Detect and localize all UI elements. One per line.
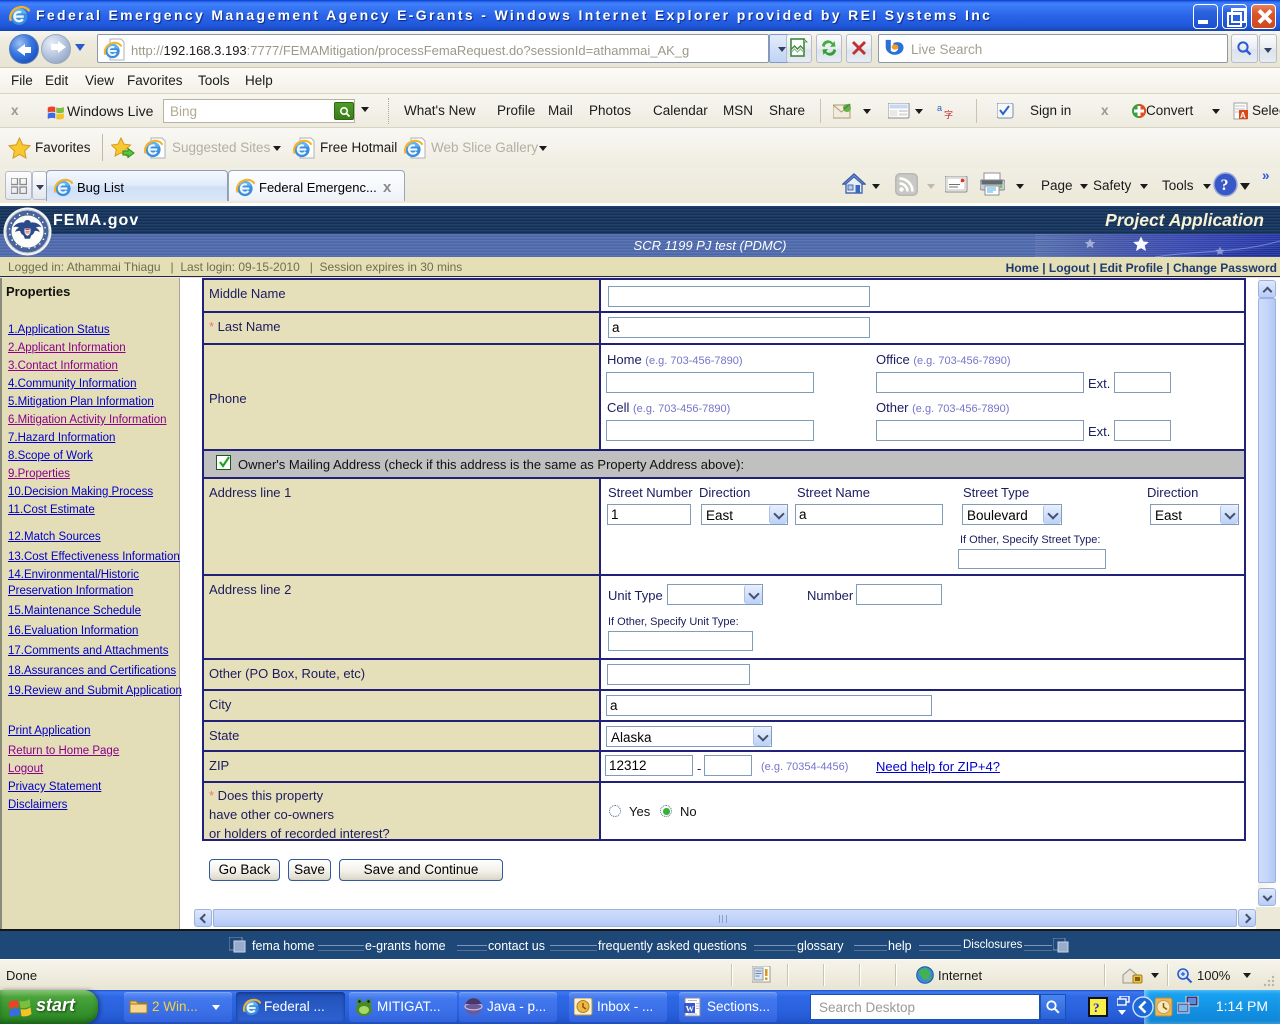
svg-text:字: 字 (944, 109, 953, 120)
svg-text:?: ? (1093, 1000, 1100, 1015)
svg-text:?: ? (1221, 177, 1229, 194)
svg-text:A: A (1240, 111, 1246, 120)
svg-text:a: a (937, 103, 942, 113)
svg-text:W: W (686, 1004, 695, 1014)
